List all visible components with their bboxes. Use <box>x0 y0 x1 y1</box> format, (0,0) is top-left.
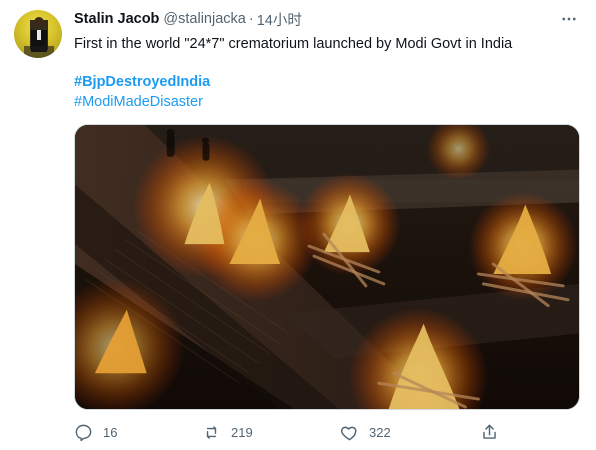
tweet-time[interactable]: 14小时 <box>257 9 302 30</box>
reply-icon <box>74 423 93 442</box>
separator-dot: · <box>248 11 254 27</box>
tweet-text: First in the world "24*7" crematorium la… <box>74 36 513 52</box>
retweet-icon <box>202 423 221 442</box>
retweet-count: 219 <box>231 424 253 440</box>
share-icon <box>480 423 499 442</box>
reply-button[interactable]: 16 <box>74 420 117 444</box>
tweet[interactable]: Stalin Jacob @stalinjacka · 14小时 First i… <box>0 0 596 450</box>
hashtag-link[interactable]: #BjpDestroyedIndia <box>74 72 210 92</box>
share-button[interactable] <box>480 420 499 444</box>
tweet-actions: 16 219 322 <box>74 420 580 444</box>
heart-icon <box>340 423 359 442</box>
tweet-media[interactable] <box>74 124 580 410</box>
person-avatar-icon <box>24 17 54 58</box>
avatar[interactable] <box>14 10 62 58</box>
hashtag-link[interactable]: #ModiMadeDisaster <box>74 92 203 112</box>
tweet-header: Stalin Jacob @stalinjacka · 14小时 <box>74 9 302 30</box>
like-count: 322 <box>369 424 391 440</box>
like-button[interactable]: 322 <box>340 420 391 444</box>
author-name[interactable]: Stalin Jacob <box>74 11 159 27</box>
author-handle[interactable]: @stalinjacka <box>163 11 245 27</box>
reply-count: 16 <box>103 424 118 440</box>
more-icon[interactable] <box>558 10 580 28</box>
retweet-button[interactable]: 219 <box>202 420 253 444</box>
photo-icon <box>75 125 579 409</box>
